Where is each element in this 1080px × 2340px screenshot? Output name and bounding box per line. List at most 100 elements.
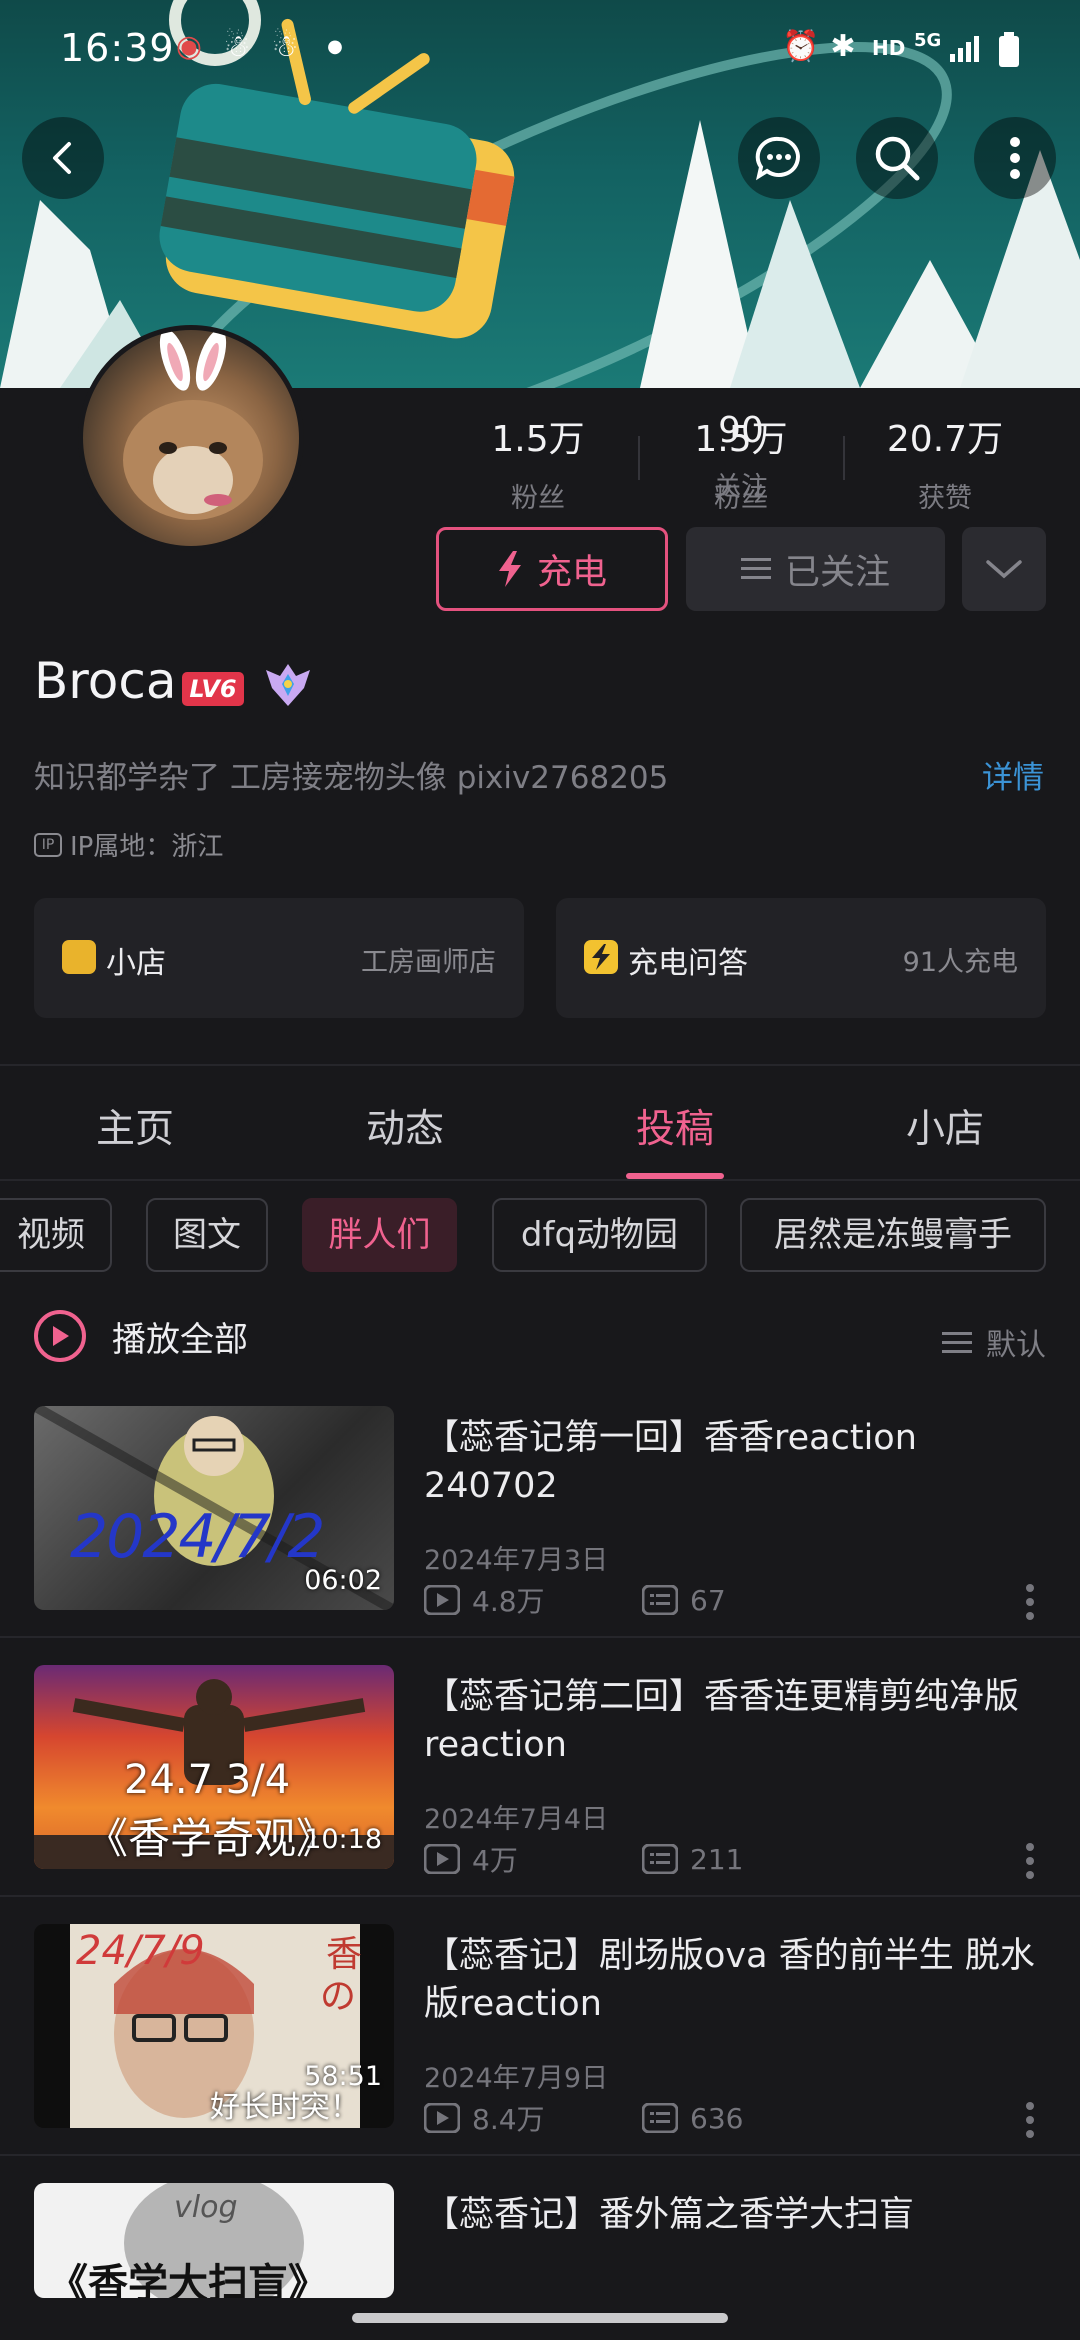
followed-label: 已关注 bbox=[784, 552, 890, 593]
back-arrow-icon bbox=[53, 142, 71, 174]
video-duration: 10:18 bbox=[304, 1824, 382, 1855]
video-divider bbox=[0, 2154, 1080, 2156]
following-label: 关注 bbox=[714, 472, 768, 503]
tab-home[interactable]: 主页 bbox=[60, 1098, 210, 1154]
tab-dynamic[interactable]: 动态 bbox=[330, 1098, 480, 1154]
bio-text: 知识都学杂了 工房接宠物头像 pixiv2768205 bbox=[34, 760, 669, 796]
sort-lines-icon bbox=[942, 1332, 972, 1353]
battery-icon bbox=[999, 32, 1019, 67]
hd-label: HD bbox=[872, 36, 906, 60]
fans-stat-box[interactable]: 1.5万 粉丝 bbox=[438, 410, 638, 515]
dot-icon: ● bbox=[327, 36, 343, 57]
chip-dfq-zoo[interactable]: dfq动物园 bbox=[492, 1198, 707, 1272]
likes-count: 20.7万 bbox=[886, 419, 1004, 460]
likes-stat[interactable]: 20.7万 获赞 bbox=[845, 410, 1045, 515]
video-divider bbox=[0, 1895, 1080, 1897]
fox-avatar-image bbox=[123, 330, 263, 520]
chat-bubble-icon bbox=[755, 136, 800, 181]
status-bar: 16:39 ◉ ☃ ☃ ● ⏰ ✱ HD 5G bbox=[0, 0, 1080, 100]
sort-label: 默认 bbox=[986, 1328, 1046, 1363]
video-views: 8.4万 bbox=[472, 2103, 545, 2136]
video-stats: 4万 211 bbox=[424, 1839, 743, 1879]
video-comments: 636 bbox=[690, 2101, 744, 2135]
charge-button[interactable]: 充电 bbox=[436, 527, 668, 611]
video-duration: 06:02 bbox=[304, 1565, 382, 1596]
play-all-label: 播放全部 bbox=[112, 1319, 248, 1360]
stat-divider bbox=[638, 436, 640, 480]
chevron-down-icon bbox=[986, 560, 1022, 579]
shop-icon bbox=[62, 940, 96, 974]
chip-posts[interactable]: 图文 bbox=[146, 1198, 268, 1272]
charge-qa-icon bbox=[584, 940, 618, 974]
video-thumbnail: 香 の 24/7/9 好长时突！ 58:51 bbox=[34, 1924, 394, 2128]
views-icon bbox=[424, 1844, 460, 1874]
video-comments: 211 bbox=[690, 1842, 744, 1876]
detail-link[interactable]: 详情 bbox=[982, 752, 1044, 797]
status-time: 16:39 bbox=[60, 26, 175, 70]
video-thumbnail: 24.7.3/4 《香学奇观》 10:18 bbox=[34, 1665, 394, 1869]
video-item[interactable]: 24.7.3/4 《香学奇观》 10:18 【蕊香记第二回】香香连更精剪纯净版r… bbox=[0, 1665, 1080, 1923]
following-count: 90 bbox=[718, 410, 764, 451]
more-options-button[interactable] bbox=[974, 117, 1056, 199]
medal-icon[interactable] bbox=[262, 660, 314, 710]
avatar[interactable] bbox=[78, 325, 304, 551]
section-divider bbox=[0, 1064, 1080, 1066]
menu-lines-icon bbox=[740, 558, 771, 579]
thumbnail-overlay-text: 24.7.3/4 bbox=[124, 1757, 291, 1803]
expand-recommend-button[interactable] bbox=[962, 527, 1046, 611]
back-button[interactable] bbox=[22, 117, 104, 199]
video-item[interactable]: 香 の 24/7/9 好长时突！ 58:51 【蕊香记】剧场版ova 香的前半生… bbox=[0, 1924, 1080, 2182]
username: Broca bbox=[34, 652, 177, 710]
alarm-icon: ⏰ bbox=[782, 29, 820, 64]
play-all-button[interactable]: 播放全部 bbox=[34, 1310, 248, 1362]
sort-button[interactable]: 默认 bbox=[942, 1320, 1046, 1364]
fans-count-label: 粉丝 bbox=[511, 483, 565, 514]
chip-videos[interactable]: 视频 bbox=[0, 1198, 112, 1272]
video-more-icon[interactable] bbox=[1024, 1582, 1036, 1622]
tab-shop[interactable]: 小店 bbox=[870, 1098, 1020, 1154]
qq-icon-2: ☃ bbox=[271, 29, 299, 64]
video-date: 2024年7月3日 bbox=[424, 1545, 609, 1576]
video-views: 4万 bbox=[472, 1844, 518, 1877]
views-icon bbox=[424, 1585, 460, 1615]
video-item[interactable]: 2024/7/2 06:02 【蕊香记第一回】香香reaction 240702… bbox=[0, 1406, 1080, 1664]
following-stat[interactable]: 90 关注 bbox=[641, 410, 841, 504]
video-stats: 8.4万 636 bbox=[424, 2098, 743, 2138]
charge-qa-value: 91人充电 bbox=[902, 947, 1018, 978]
shop-card[interactable]: 小店 工房画师店 bbox=[34, 898, 524, 1018]
video-views: 4.8万 bbox=[472, 1585, 545, 1618]
followed-button[interactable]: 已关注 bbox=[686, 527, 945, 611]
video-more-icon[interactable] bbox=[1024, 2100, 1036, 2140]
search-button[interactable] bbox=[856, 117, 938, 199]
likes-label: 获赞 bbox=[918, 483, 972, 514]
video-more-icon[interactable] bbox=[1024, 1841, 1036, 1881]
ip-location-text: IP属地：浙江 bbox=[70, 832, 224, 862]
video-divider bbox=[0, 1636, 1080, 1638]
charge-qa-card[interactable]: 充电问答 91人充电 bbox=[556, 898, 1046, 1018]
home-indicator[interactable] bbox=[352, 2313, 728, 2323]
play-circle-icon bbox=[34, 1310, 86, 1362]
video-item[interactable]: vlog 《香学大扫盲》 【蕊香记】番外篇之香学大扫盲 bbox=[0, 2183, 1080, 2298]
thumbnail-overlay-text: 24/7/9 bbox=[76, 1928, 205, 1974]
video-title: 【蕊香记】剧场版ova 香的前半生 脱水版reaction bbox=[424, 1936, 1035, 2024]
chip-fat-people[interactable]: 胖人们 bbox=[302, 1198, 457, 1272]
message-button[interactable] bbox=[738, 117, 820, 199]
ip-icon: IP bbox=[34, 832, 62, 857]
tabs-divider bbox=[0, 1179, 1080, 1181]
video-thumbnail: vlog 《香学大扫盲》 bbox=[34, 2183, 394, 2298]
video-date: 2024年7月9日 bbox=[424, 2063, 609, 2094]
video-title: 【蕊香记第一回】香香reaction 240702 bbox=[424, 1418, 917, 1506]
lightning-icon bbox=[498, 551, 521, 587]
chip-eel-master[interactable]: 居然是冻鳗膏手 bbox=[740, 1198, 1046, 1272]
qq-icon: ☃ bbox=[223, 29, 251, 64]
more-vertical-icon bbox=[1010, 137, 1020, 179]
tab-posts[interactable]: 投稿 bbox=[600, 1098, 750, 1154]
5g-label: 5G bbox=[914, 30, 942, 51]
notification-icon: ◉ bbox=[175, 29, 203, 64]
video-stats: 4.8万 67 bbox=[424, 1580, 726, 1620]
video-thumbnail: 2024/7/2 06:02 bbox=[34, 1406, 394, 1610]
charge-label: 充电 bbox=[536, 552, 607, 593]
views-icon bbox=[424, 2103, 460, 2133]
ip-location: IP IP属地：浙江 bbox=[34, 826, 223, 863]
video-comments: 67 bbox=[690, 1583, 726, 1617]
